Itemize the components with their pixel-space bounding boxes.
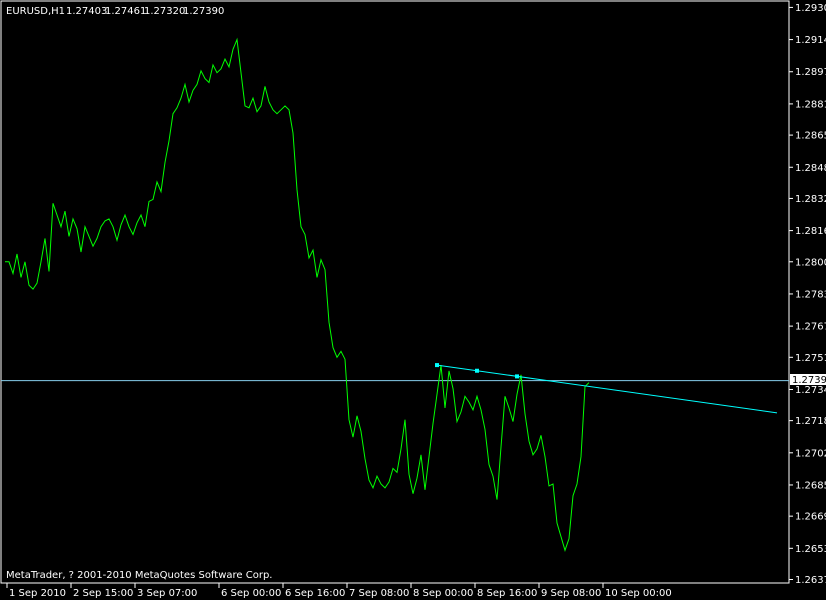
y-tick-label: 1.26695 bbox=[795, 512, 826, 523]
trendline-handle[interactable] bbox=[515, 374, 519, 379]
chart-header-low: 1.27320 bbox=[144, 6, 185, 17]
y-tick-label: 1.28650 bbox=[795, 131, 826, 142]
y-axis: 1.29305 1.29140 1.28975 1.28810 1.28650 1.284… bbox=[789, 3, 826, 586]
y-tick-label: 1.29140 bbox=[795, 35, 826, 46]
y-tick-label: 1.28975 bbox=[795, 67, 826, 78]
chart-header-symbol: EURUSD,H1 bbox=[6, 6, 65, 17]
x-tick-label: 3 Sep 07:00 bbox=[137, 588, 197, 599]
trendline-handle[interactable] bbox=[435, 363, 439, 368]
x-tick-label: 10 Sep 00:00 bbox=[605, 588, 672, 599]
y-tick-label: 1.27670 bbox=[795, 322, 826, 333]
y-tick-label: 1.28810 bbox=[795, 99, 826, 110]
x-axis: 1 Sep 2010 2 Sep 15:00 3 Sep 07:00 6 Sep 00… bbox=[6, 583, 672, 599]
y-tick-label: 1.27185 bbox=[795, 416, 826, 427]
x-tick-label: 6 Sep 16:00 bbox=[285, 588, 345, 599]
y-tick-label: 1.29305 bbox=[795, 3, 826, 14]
y-tick-label: 1.26855 bbox=[795, 480, 826, 491]
y-tick-label: 1.27835 bbox=[795, 289, 826, 300]
chart-header-close: 1.27390 bbox=[183, 6, 224, 17]
y-tick-label: 1.28000 bbox=[795, 257, 826, 268]
y-tick-label: 1.26530 bbox=[795, 544, 826, 555]
x-tick-label: 7 Sep 08:00 bbox=[349, 588, 409, 599]
current-price-label: 1.27390 bbox=[792, 375, 826, 386]
y-tick-label: 1.26370 bbox=[795, 575, 826, 586]
y-tick-label: 1.28160 bbox=[795, 226, 826, 237]
chart-header-high: 1.27461 bbox=[105, 6, 146, 17]
plot-area bbox=[0, 0, 790, 584]
x-tick-label: 8 Sep 16:00 bbox=[477, 588, 537, 599]
y-tick-label: 1.28325 bbox=[795, 194, 826, 205]
y-tick-label: 1.27020 bbox=[795, 448, 826, 459]
copyright-text: MetaTrader, ? 2001-2010 MetaQuotes Softw… bbox=[6, 570, 272, 581]
x-tick-label: 8 Sep 00:00 bbox=[413, 588, 473, 599]
chart-header-open: 1.27403 bbox=[66, 6, 107, 17]
x-tick-label: 9 Sep 08:00 bbox=[541, 588, 601, 599]
x-tick-label: 2 Sep 15:00 bbox=[73, 588, 133, 599]
y-tick-label: 1.28485 bbox=[795, 163, 826, 174]
y-tick-label: 1.27510 bbox=[795, 353, 826, 364]
y-tick-label: 1.27345 bbox=[795, 385, 826, 396]
x-tick-label: 1 Sep 2010 bbox=[9, 588, 66, 599]
trendline-handle[interactable] bbox=[475, 368, 479, 373]
price-chart[interactable]: EURUSD,H1 1.27403 1.27461 1.27320 1.2739… bbox=[0, 0, 826, 600]
x-tick-label: 6 Sep 00:00 bbox=[221, 588, 281, 599]
